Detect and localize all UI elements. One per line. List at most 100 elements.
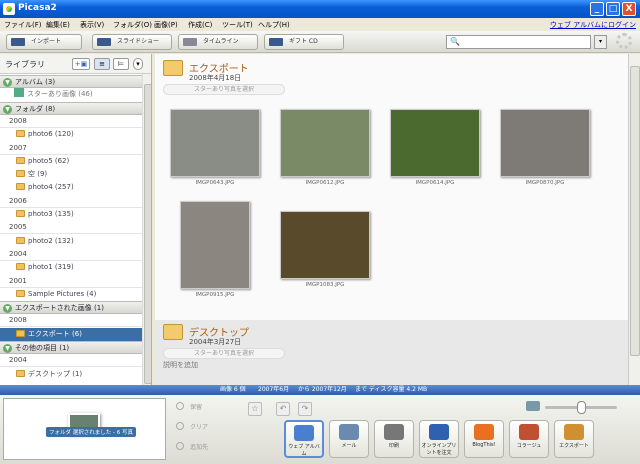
library-row[interactable]: photo3 (135) <box>0 208 142 221</box>
menu-help[interactable]: ヘルプ(H) <box>258 20 290 30</box>
action-label: メール <box>341 443 357 449</box>
library-row[interactable]: Sample Pictures (4) <box>0 288 142 301</box>
action-button[interactable]: エクスポート <box>554 420 594 458</box>
library-row[interactable]: ▼ その他の項目 (1) <box>0 341 142 354</box>
action-button[interactable]: ウェブ アルバム <box>284 420 324 458</box>
library-row[interactable]: photo2 (132) <box>0 235 142 248</box>
action-button[interactable]: コラージュ <box>509 420 549 458</box>
menu-folder[interactable]: フォルダ(O) <box>113 20 152 30</box>
picasa-app-icon <box>3 3 15 15</box>
library-row[interactable]: 2008 <box>0 314 142 328</box>
photo-thumbnail[interactable] <box>390 109 480 177</box>
new-album-button[interactable]: +▣ <box>72 58 90 70</box>
add-to-button[interactable]: 追加先 <box>172 441 228 455</box>
library-row[interactable]: photo5 (62) <box>0 155 142 168</box>
minimize-button[interactable]: _ <box>590 2 604 16</box>
grid-scrollbar-thumb[interactable] <box>630 66 640 356</box>
slider-knob[interactable] <box>577 401 586 414</box>
library-row[interactable]: photo4 (257) <box>0 181 142 194</box>
library-row[interactable]: デスクトップ (1) <box>0 368 142 381</box>
add-to-icon <box>176 442 184 450</box>
web-album-login-link[interactable]: ウェブ アルバムにログイン <box>550 20 636 30</box>
menu-tools[interactable]: ツール(T) <box>222 20 253 30</box>
library-row-label: photo2 (132) <box>28 236 74 245</box>
collapse-icon[interactable]: ▼ <box>3 344 12 353</box>
status-to-date: から 2007年12月 <box>298 386 347 393</box>
gift-cd-button[interactable]: ギフト CD <box>264 34 344 50</box>
library-row[interactable]: 2007 <box>0 142 142 155</box>
search-input[interactable]: 🔍 <box>446 35 591 49</box>
photo-thumbnail[interactable] <box>280 109 370 177</box>
library-row[interactable]: スターあり画像 (46) <box>0 88 142 101</box>
folder-icon <box>16 210 25 217</box>
import-button[interactable]: インポート <box>6 34 82 50</box>
library-scrollbar-thumb[interactable] <box>144 84 151 384</box>
library-row[interactable]: 2005 <box>0 221 142 235</box>
library-row[interactable]: ▼ アルバム (3) <box>0 75 142 88</box>
library-row-label: 2001 <box>9 276 27 285</box>
photo-thumbnail[interactable] <box>180 201 250 289</box>
photo-filename: IMGP0915.JPG <box>195 292 235 298</box>
library-row[interactable]: photo1 (319) <box>0 261 142 274</box>
menu-view[interactable]: 表示(V) <box>80 20 104 30</box>
action-button[interactable]: 印刷 <box>374 420 414 458</box>
clear-button[interactable]: クリア <box>172 421 228 435</box>
folder-icon <box>16 156 25 164</box>
library-row[interactable]: 2001 <box>0 275 142 288</box>
photo-filename: IMGP0614.JPG <box>415 180 455 186</box>
slideshow-button[interactable]: スライドショー <box>92 34 172 50</box>
photo-thumbnail[interactable] <box>170 109 260 177</box>
library-row[interactable]: ▼ エクスポートされた画像 (1) <box>0 301 142 315</box>
folder-icon <box>16 130 25 138</box>
action-icon <box>294 425 314 441</box>
action-button[interactable]: BlogThis! <box>464 420 504 458</box>
close-button[interactable]: X <box>622 2 636 16</box>
library-row[interactable]: 2004 <box>0 354 142 368</box>
action-icon <box>384 424 404 440</box>
library-panel: ライブラリ +▣ ≡ ⊨ ▾ ▼ アルバム (3) スターあり画像 (46) ▼ フォル… <box>0 54 152 385</box>
collapse-icon[interactable]: ▼ <box>3 304 12 314</box>
photo-thumbnail[interactable] <box>500 109 590 177</box>
collapse-icon[interactable]: ▼ <box>3 78 12 87</box>
select-starred-button[interactable]: スターあり写真を選択 <box>163 348 285 359</box>
photo-tray[interactable]: フォルダ 選択されました - 6 写真 <box>3 398 166 460</box>
library-row[interactable]: 空 (9) <box>0 168 142 181</box>
rotate-right-button[interactable]: ↷ <box>298 402 312 416</box>
library-row-label: 2004 <box>9 356 27 365</box>
library-row-label: photo4 (257) <box>28 183 74 192</box>
library-row[interactable]: 2006 <box>0 195 142 208</box>
library-row[interactable]: ▼ フォルダ (8) <box>0 101 142 115</box>
add-caption-field[interactable]: 説明を追加 <box>163 360 198 370</box>
menu-image[interactable]: 画像(P) <box>154 20 178 30</box>
photo-filename: IMGP0870.JPG <box>525 180 565 186</box>
grid-scrollbar[interactable] <box>628 54 640 385</box>
timeline-icon <box>183 38 197 46</box>
maximize-button[interactable]: □ <box>606 2 620 16</box>
search-options-button[interactable]: ▾ <box>594 35 607 49</box>
library-row[interactable]: photo6 (120) <box>0 128 142 141</box>
tree-view-button[interactable]: ⊨ <box>113 58 129 70</box>
photo-grid: エクスポート 2008年4月18日 スターあり写真を選択 IMGP0643.JP… <box>155 54 628 385</box>
library-row[interactable]: 2008 <box>0 115 142 128</box>
action-button[interactable]: オンラインプリントを注文 <box>419 420 459 458</box>
menu-file[interactable]: ファイル(F) <box>4 20 42 30</box>
action-button[interactable]: メール <box>329 420 369 458</box>
library-row[interactable]: エクスポート (6) <box>0 327 142 341</box>
library-row[interactable]: 2004 <box>0 248 142 261</box>
hold-button[interactable]: 保留 <box>172 401 228 415</box>
timeline-button[interactable]: タイムライン <box>178 34 258 50</box>
photo-thumbnail[interactable] <box>280 211 370 279</box>
thumbnail-size-slider[interactable] <box>545 401 617 414</box>
library-scrollbar[interactable] <box>142 74 151 385</box>
menu-edit[interactable]: 編集(E) <box>46 20 70 30</box>
star-button[interactable]: ☆ <box>248 402 262 416</box>
select-starred-button[interactable]: スターあり写真を選択 <box>163 84 285 95</box>
hold-icon <box>176 402 184 410</box>
rotate-left-button[interactable]: ↶ <box>276 402 290 416</box>
library-menu-button[interactable]: ▾ <box>133 58 143 70</box>
menu-create[interactable]: 作成(C) <box>188 20 212 30</box>
library-row-label: デスクトップ (1) <box>28 369 83 378</box>
tray-selection-label: フォルダ 選択されました - 6 写真 <box>46 427 136 437</box>
collapse-icon[interactable]: ▼ <box>3 104 12 114</box>
flat-view-button[interactable]: ≡ <box>94 58 110 70</box>
